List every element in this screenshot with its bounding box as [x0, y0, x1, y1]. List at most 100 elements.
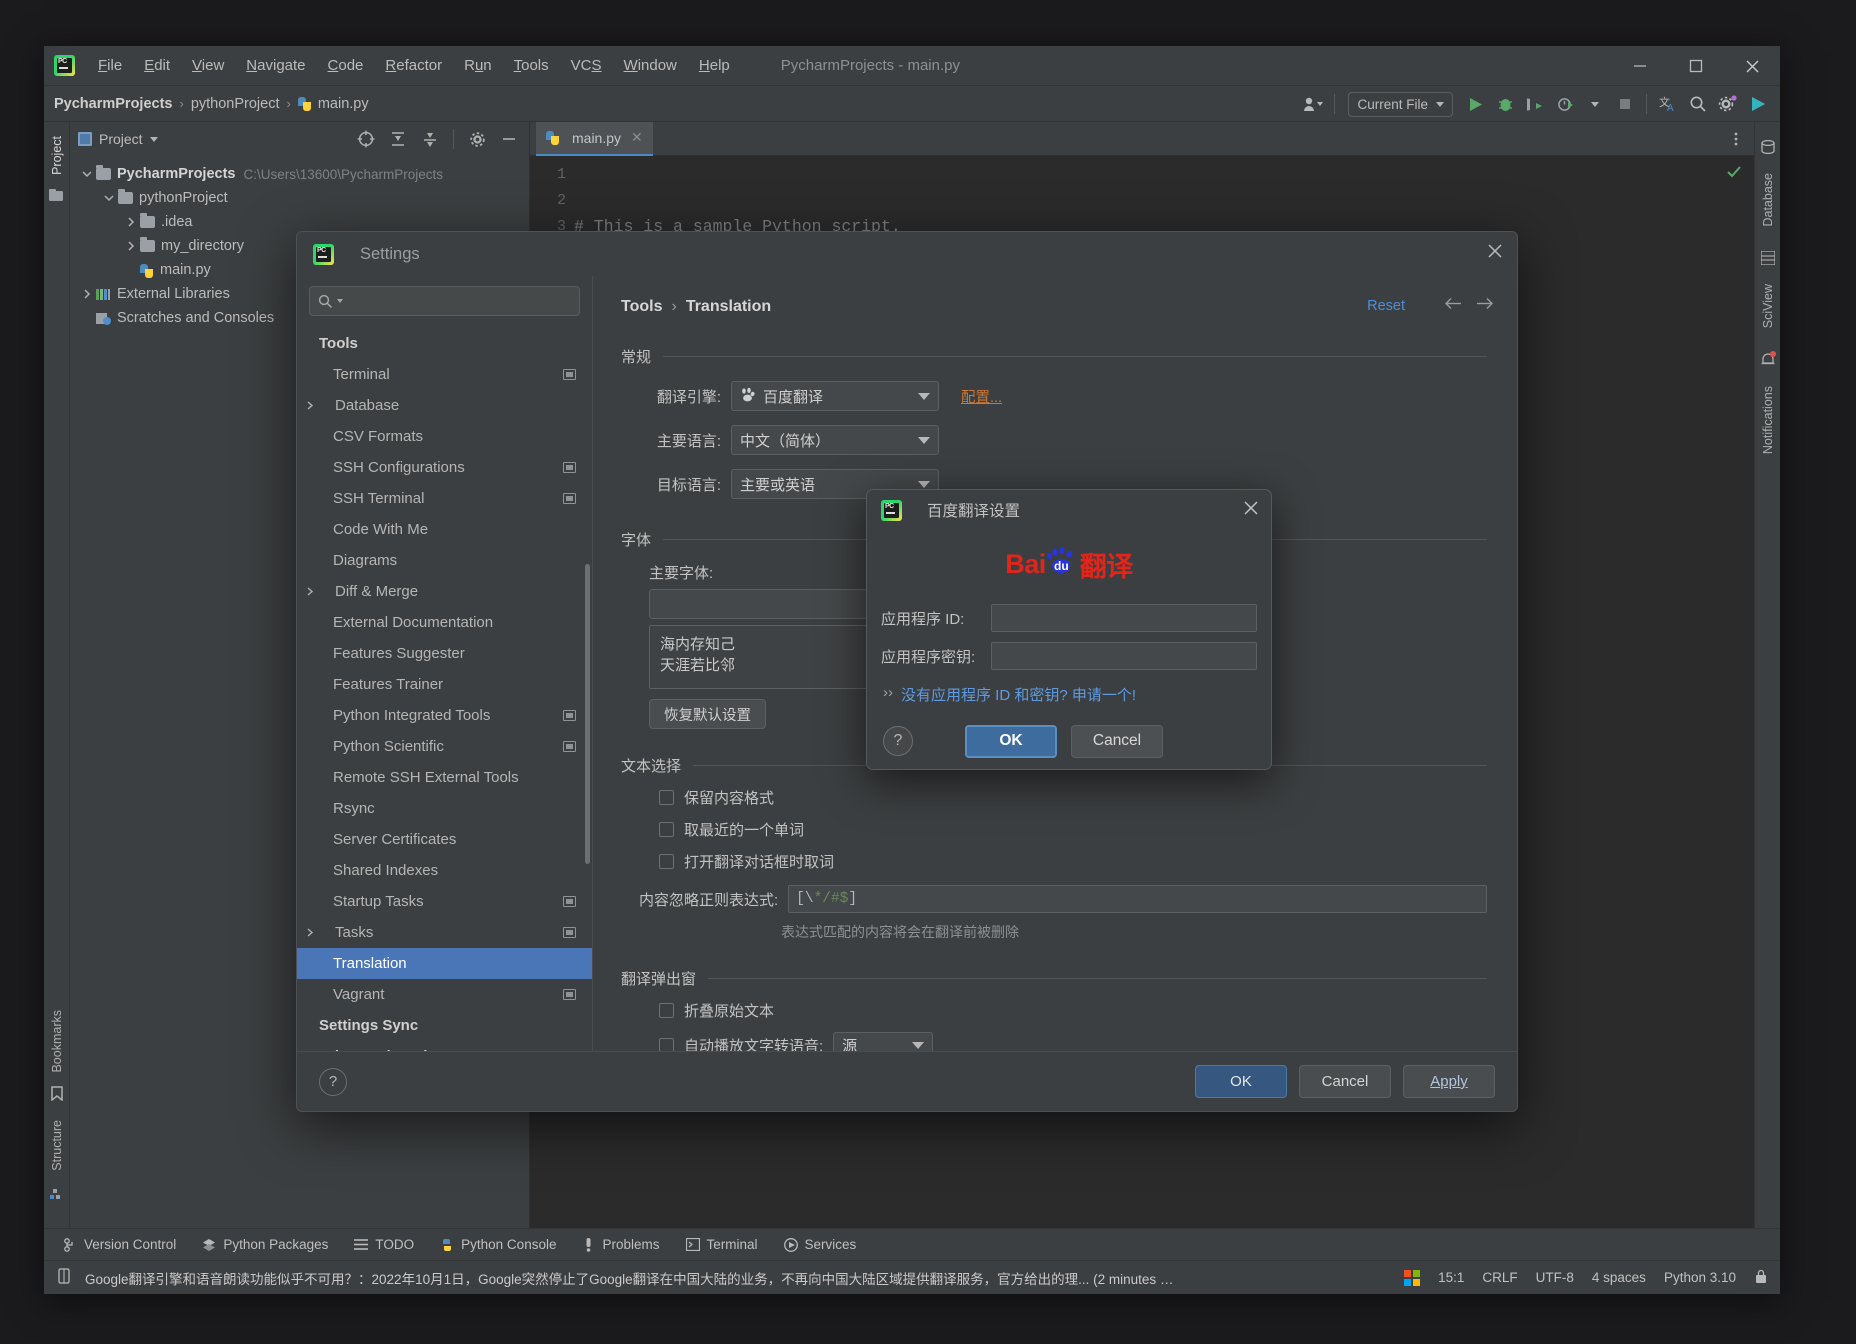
toolwindow-problems[interactable]: Problems	[582, 1237, 660, 1252]
debug-button[interactable]	[1491, 90, 1519, 118]
checkbox-take-word-on-open[interactable]: 打开翻译对话框时取词	[659, 851, 1517, 872]
menu-navigate[interactable]: Navigate	[235, 54, 316, 77]
inspection-status-icon[interactable]	[1726, 164, 1742, 185]
lock-icon[interactable]	[1754, 1269, 1768, 1287]
bookmark-icon[interactable]	[50, 1086, 63, 1106]
tts-source-combobox[interactable]: 源	[833, 1032, 934, 1051]
settings-item-translation[interactable]: Translation	[297, 948, 592, 979]
stripe-tab-structure[interactable]: Structure	[47, 1114, 67, 1177]
menu-code[interactable]: Code	[317, 54, 375, 77]
account-icon[interactable]	[1299, 90, 1327, 118]
help-button[interactable]: ?	[319, 1067, 347, 1096]
settings-item-remote-ssh-external-tools[interactable]: Remote SSH External Tools	[297, 762, 592, 793]
menu-file[interactable]: File	[87, 54, 133, 77]
settings-cancel-button[interactable]: Cancel	[1299, 1065, 1391, 1098]
settings-item-shared-indexes[interactable]: Shared Indexes	[297, 855, 592, 886]
event-log-icon[interactable]	[58, 1268, 73, 1287]
settings-item-ssh-terminal[interactable]: SSH Terminal	[297, 483, 592, 514]
menu-tools[interactable]: Tools	[503, 54, 560, 77]
menu-edit[interactable]: Edit	[133, 54, 181, 77]
expand-all-icon[interactable]	[384, 125, 412, 153]
database-icon[interactable]	[1760, 139, 1775, 159]
stripe-tab-notifications[interactable]: Notifications	[1758, 380, 1778, 460]
toolwindow-python-packages[interactable]: Python Packages	[202, 1237, 328, 1252]
search-icon[interactable]	[1684, 90, 1712, 118]
chevron-collapsed-icon[interactable]	[78, 289, 96, 299]
project-panel-title[interactable]: Project	[78, 131, 158, 147]
editor-tab-mainpy[interactable]: main.py ✕	[536, 122, 653, 156]
profile-button[interactable]	[1551, 90, 1579, 118]
chevron-expanded-icon[interactable]	[78, 169, 96, 179]
chevron-right-icon[interactable]	[303, 401, 317, 410]
baidu-ok-button[interactable]: OK	[965, 724, 1057, 758]
menu-run[interactable]: Run	[453, 54, 503, 77]
stripe-tab-bookmarks[interactable]: Bookmarks	[47, 1004, 67, 1079]
run-button[interactable]	[1461, 90, 1489, 118]
settings-tree-scrollbar[interactable]	[585, 564, 590, 864]
settings-group-advanced-settings[interactable]: Advanced Settings	[297, 1041, 592, 1051]
primary-language-combobox[interactable]: 中文（简体）	[731, 425, 939, 455]
settings-breadcrumb-root[interactable]: Tools	[621, 298, 662, 316]
settings-item-external-documentation[interactable]: External Documentation	[297, 607, 592, 638]
checkbox-box[interactable]	[659, 854, 674, 869]
settings-group-settings-sync[interactable]: Settings Sync	[297, 1010, 592, 1041]
back-arrow-icon[interactable]	[1445, 297, 1462, 315]
settings-item-code-with-me[interactable]: Code With Me	[297, 514, 592, 545]
close-button[interactable]	[1724, 46, 1780, 86]
settings-group-tools[interactable]: Tools	[297, 328, 592, 359]
checkbox-box[interactable]	[659, 1003, 674, 1018]
notifications-icon[interactable]	[1761, 350, 1776, 372]
file-encoding[interactable]: UTF-8	[1536, 1270, 1574, 1285]
chevron-collapsed-icon[interactable]	[122, 241, 140, 251]
app-id-input[interactable]	[991, 604, 1257, 632]
toolwindow-terminal[interactable]: Terminal	[685, 1237, 758, 1252]
structure-icon[interactable]	[49, 1185, 64, 1204]
editor-more-actions[interactable]	[1728, 131, 1744, 147]
menu-view[interactable]: View	[181, 54, 235, 77]
project-folder-icon[interactable]	[49, 188, 64, 207]
settings-item-server-certificates[interactable]: Server Certificates	[297, 824, 592, 855]
settings-gear-icon[interactable]	[1714, 90, 1742, 118]
restore-defaults-button[interactable]: 恢复默认设置	[649, 699, 766, 729]
chevron-expanded-icon[interactable]	[100, 193, 118, 203]
settings-item-ssh-configurations[interactable]: SSH Configurations	[297, 452, 592, 483]
stripe-tab-database[interactable]: Database	[1758, 167, 1778, 233]
menu-vcs[interactable]: VCS	[560, 54, 613, 77]
stop-button[interactable]	[1611, 90, 1639, 118]
settings-apply-button[interactable]: Apply	[1403, 1065, 1495, 1098]
breadcrumb-root[interactable]: PycharmProjects	[54, 96, 172, 112]
gear-icon[interactable]	[463, 125, 491, 153]
menu-refactor[interactable]: Refactor	[374, 54, 453, 77]
chevron-right-icon[interactable]	[303, 587, 317, 596]
settings-item-tasks[interactable]: Tasks	[297, 917, 592, 948]
stripe-tab-project[interactable]: Project	[47, 130, 67, 181]
settings-close-button[interactable]	[1487, 243, 1503, 264]
menu-help[interactable]: Help	[688, 54, 741, 77]
tree-row-pythonproject[interactable]: pythonProject	[74, 186, 529, 210]
profile-dropdown-icon[interactable]	[1581, 90, 1609, 118]
baidu-help-button[interactable]: ?	[883, 726, 913, 756]
engine-combobox[interactable]: 百度翻译	[731, 381, 939, 411]
settings-item-python-integrated-tools[interactable]: Python Integrated Tools	[297, 700, 592, 731]
close-tab-icon[interactable]: ✕	[631, 129, 643, 146]
line-separator[interactable]: CRLF	[1482, 1270, 1517, 1285]
toolwindow-services[interactable]: Services	[783, 1237, 856, 1252]
checkbox-box[interactable]	[659, 1037, 674, 1051]
regex-input[interactable]: [\ */#$]	[788, 885, 1487, 913]
checkbox-box[interactable]	[659, 822, 674, 837]
checkbox-box[interactable]	[659, 790, 674, 805]
hide-panel-icon[interactable]	[495, 125, 523, 153]
settings-item-csv-formats[interactable]: CSV Formats	[297, 421, 592, 452]
toolwindow-todo[interactable]: TODO	[354, 1237, 414, 1252]
translate-icon[interactable]: 文A	[1654, 90, 1682, 118]
baidu-cancel-button[interactable]: Cancel	[1071, 724, 1163, 758]
settings-item-database[interactable]: Database	[297, 390, 592, 421]
breadcrumb-project[interactable]: pythonProject	[191, 96, 280, 112]
tree-row-pycharmprojects[interactable]: PycharmProjects C:\Users\13600\PycharmPr…	[74, 162, 529, 186]
baidu-close-button[interactable]	[1243, 500, 1259, 521]
stripe-tab-sciview[interactable]: SciView	[1758, 278, 1778, 334]
checkbox-nearest-word[interactable]: 取最近的一个单词	[659, 819, 1517, 840]
sciview-icon[interactable]	[1759, 249, 1776, 270]
settings-item-rsync[interactable]: Rsync	[297, 793, 592, 824]
run-configuration-selector[interactable]: Current File	[1348, 91, 1453, 117]
